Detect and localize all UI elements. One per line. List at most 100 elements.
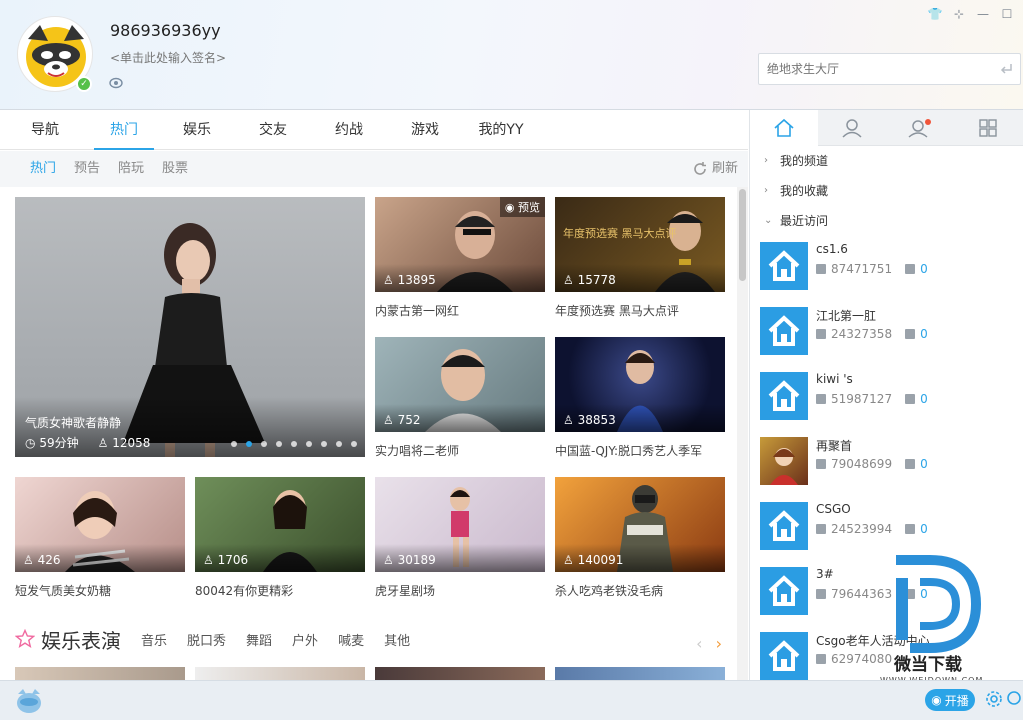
tab-social[interactable]: 交友	[246, 110, 300, 150]
recent-channel[interactable]: 再聚首 79048699 0	[760, 437, 1010, 487]
recent-channel[interactable]: cs1.6 87471751 0	[760, 242, 1010, 292]
stream-thumbnail[interactable]: ♙ 1706	[195, 477, 365, 572]
stream-thumbnail[interactable]: ♙ 426	[15, 477, 185, 572]
pin-icon[interactable]: ⊹	[951, 6, 967, 22]
search-icon[interactable]	[1006, 690, 1022, 708]
apps-tab[interactable]	[954, 110, 1022, 146]
subtab-hot[interactable]: 热门	[30, 151, 56, 187]
stream-title[interactable]: 虎牙星剧场	[375, 582, 435, 599]
stream-thumbnail[interactable]: ♙ 38853	[555, 337, 725, 432]
contacts-tab[interactable]	[818, 110, 886, 146]
refresh-button[interactable]: 刷新	[692, 151, 738, 187]
tab-nav[interactable]: 导航	[18, 110, 72, 150]
chevron-right-icon: ›	[764, 185, 768, 196]
section-tag-talkshow[interactable]: 脱口秀	[187, 630, 226, 649]
carousel-dot[interactable]	[306, 441, 312, 447]
carousel-dot[interactable]	[291, 441, 297, 447]
scrollbar-thumb[interactable]	[739, 189, 746, 281]
section-tag-dance[interactable]: 舞蹈	[246, 630, 272, 649]
go-live-button[interactable]: ◉ 开播	[925, 689, 975, 711]
tree-my-favorites[interactable]: › 我的收藏	[764, 182, 828, 199]
subtab-preview[interactable]: 预告	[74, 151, 100, 187]
signature-field[interactable]: <单击此处输入签名>	[110, 49, 226, 66]
viewer-icon: ♙	[383, 553, 394, 567]
stream-title[interactable]: 年度预选赛 黑马大点评	[555, 302, 679, 319]
stream-card-partial[interactable]	[555, 667, 725, 680]
tab-match[interactable]: 约战	[322, 110, 376, 150]
eye-icon[interactable]	[109, 76, 123, 90]
stream-title[interactable]: 杀人吃鸡老铁没毛病	[555, 582, 663, 599]
featured-card[interactable]: 气质女神歌者静静 ◷ 59分钟 ♙ 12058	[15, 197, 365, 457]
id-icon	[816, 654, 826, 664]
username[interactable]: 986936936yy	[110, 21, 221, 40]
mascot-icon[interactable]	[14, 688, 44, 714]
gear-icon[interactable]	[985, 690, 1003, 708]
stream-thumbnail[interactable]: ♙ 30189	[375, 477, 545, 572]
carousel-dot[interactable]	[261, 441, 267, 447]
stream-title[interactable]: 短发气质美女奶糖	[15, 582, 111, 599]
section-tag-shout[interactable]: 喊麦	[338, 630, 364, 649]
stream-title[interactable]: 实力唱将二老师	[375, 442, 459, 459]
home-tab[interactable]	[750, 110, 818, 146]
maximize-button[interactable]: ☐	[999, 6, 1015, 22]
stream-card-partial[interactable]	[375, 667, 545, 680]
prev-arrow-icon[interactable]: ‹	[696, 634, 702, 653]
section-tag-outdoor[interactable]: 户外	[292, 630, 318, 649]
stream-card-partial[interactable]	[195, 667, 365, 680]
carousel-dot[interactable]	[231, 441, 237, 447]
channel-thumbnail	[760, 242, 808, 290]
stream-title[interactable]: 80042有你更精彩	[195, 582, 293, 599]
carousel-dot[interactable]	[321, 441, 327, 447]
watermark: 微当下载 WWW.WEIDOWN.COM	[880, 552, 990, 692]
next-arrow-icon[interactable]: ›	[716, 634, 722, 653]
tab-games[interactable]: 游戏	[398, 110, 452, 150]
member-icon	[905, 459, 916, 469]
subtab-companion[interactable]: 陪玩	[118, 151, 144, 187]
skin-icon[interactable]: 👕	[927, 6, 943, 22]
carousel-dot-active[interactable]	[246, 441, 252, 447]
stream-card[interactable]: ♙ 30189 虎牙星剧场	[375, 477, 545, 607]
tab-hot[interactable]: 热门	[94, 110, 154, 150]
tree-my-channels[interactable]: › 我的频道	[764, 152, 828, 169]
tab-my-yy[interactable]: 我的YY	[472, 110, 530, 150]
recent-channel[interactable]: kiwi 's 51987127 0	[760, 372, 1010, 422]
viewer-count-value: 140091	[577, 553, 624, 567]
stream-thumbnail[interactable]: 年度预选赛 黑马大点评 ♙ 15778	[555, 197, 725, 292]
stream-card[interactable]: ♙ 38853 中国蓝-QJY:脱口秀艺人季军	[555, 337, 725, 467]
stream-card[interactable]: ♙ 426 短发气质美女奶糖	[15, 477, 185, 607]
search-box	[758, 53, 1021, 85]
recent-channel[interactable]: 江北第一肛 24327358 0	[760, 307, 1010, 357]
stream-title[interactable]: 内蒙古第一网红	[375, 302, 459, 319]
stream-card[interactable]: ♙ 140091 杀人吃鸡老铁没毛病	[555, 477, 725, 607]
member-count: 0	[905, 327, 928, 341]
stream-card-partial[interactable]	[15, 667, 185, 680]
stream-card[interactable]: ♙ 1706 80042有你更精彩	[195, 477, 365, 607]
stream-card[interactable]: ♙ 752 实力唱将二老师	[375, 337, 545, 467]
stream-card[interactable]: ♙ 13895 ◉ 预览 内蒙古第一网红	[375, 197, 545, 327]
carousel-dot[interactable]	[336, 441, 342, 447]
stream-thumbnail[interactable]: ♙ 13895 ◉ 预览	[375, 197, 545, 292]
content-area: 气质女神歌者静静 ◷ 59分钟 ♙ 12058 ♙ 13895 ◉ 预览 内蒙古…	[0, 187, 736, 680]
search-input[interactable]	[759, 54, 979, 84]
stream-thumbnail[interactable]: ♙ 140091	[555, 477, 725, 572]
friends-tab[interactable]	[886, 110, 954, 146]
carousel-dot[interactable]	[351, 441, 357, 447]
stream-title[interactable]: 中国蓝-QJY:脱口秀艺人季军	[555, 442, 702, 459]
stream-thumbnail[interactable]: ♙ 752	[375, 337, 545, 432]
member-count-value: 0	[920, 392, 928, 406]
channel-id: 79048699	[831, 457, 893, 471]
home-icon	[774, 118, 794, 137]
section-tag-music[interactable]: 音乐	[141, 630, 167, 649]
stream-card[interactable]: 年度预选赛 黑马大点评 ♙ 15778 年度预选赛 黑马大点评	[555, 197, 725, 327]
tree-recent-visits[interactable]: ⌄ 最近访问	[764, 212, 828, 229]
tab-entertainment[interactable]: 娱乐	[170, 110, 224, 150]
carousel-dot[interactable]	[276, 441, 282, 447]
recent-channel[interactable]: CSGO 24523994 0	[760, 502, 1010, 552]
content-scrollbar[interactable]	[737, 187, 748, 680]
minimize-button[interactable]: —	[975, 6, 991, 22]
enter-icon[interactable]	[998, 61, 1014, 77]
section-tag-other[interactable]: 其他	[384, 630, 410, 649]
subtab-stocks[interactable]: 股票	[162, 151, 188, 187]
person-icon	[842, 119, 862, 138]
id-icon	[816, 329, 826, 339]
